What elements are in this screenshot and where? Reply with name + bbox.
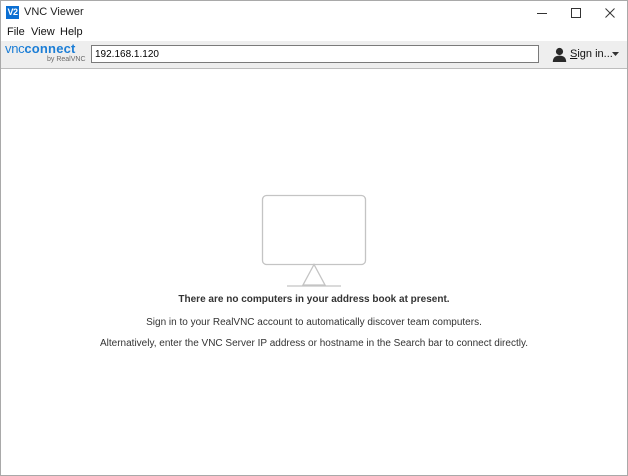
menu-view[interactable]: View [31,25,55,40]
maximize-button[interactable] [559,1,593,24]
user-icon [552,47,567,62]
brand-wordmark: vncconnect [5,42,76,56]
vnc-viewer-window: V2 VNC Viewer File View Help vncconnect [0,0,628,476]
address-book-area: There are no computers in your address b… [1,69,627,475]
title-bar[interactable]: V2 VNC Viewer [1,1,627,24]
brand-connect: connect [24,41,76,56]
vnc-app-icon[interactable]: V2 [6,6,19,19]
monitor-icon [261,194,367,287]
brand-vnc: vnc [5,41,25,56]
sign-in-label: Sign in... [570,47,613,61]
sign-in-label-rest: ign in... [577,48,613,60]
maximize-icon [571,8,581,18]
close-button[interactable] [593,1,627,24]
minimize-icon [537,13,547,14]
window-title: VNC Viewer [24,6,84,18]
menu-bar: File View Help [1,24,627,41]
menu-file[interactable]: File [7,25,25,40]
empty-state-signin-hint: Sign in to your RealVNC account to autom… [146,317,482,328]
vnc-connect-logo: vncconnect by RealVNC [5,42,87,66]
toolbar: vncconnect by RealVNC Sign in... [1,41,627,69]
minimize-button[interactable] [525,1,559,24]
chevron-down-icon [612,52,619,56]
brand-subtitle: by RealVNC [47,56,86,63]
empty-state-title: There are no computers in your address b… [178,294,450,305]
menu-help[interactable]: Help [60,25,83,40]
empty-state-search-hint: Alternatively, enter the VNC Server IP a… [100,338,528,349]
sign-in-button[interactable]: Sign in... [549,45,623,63]
close-icon [605,8,615,18]
search-input[interactable] [91,45,539,63]
